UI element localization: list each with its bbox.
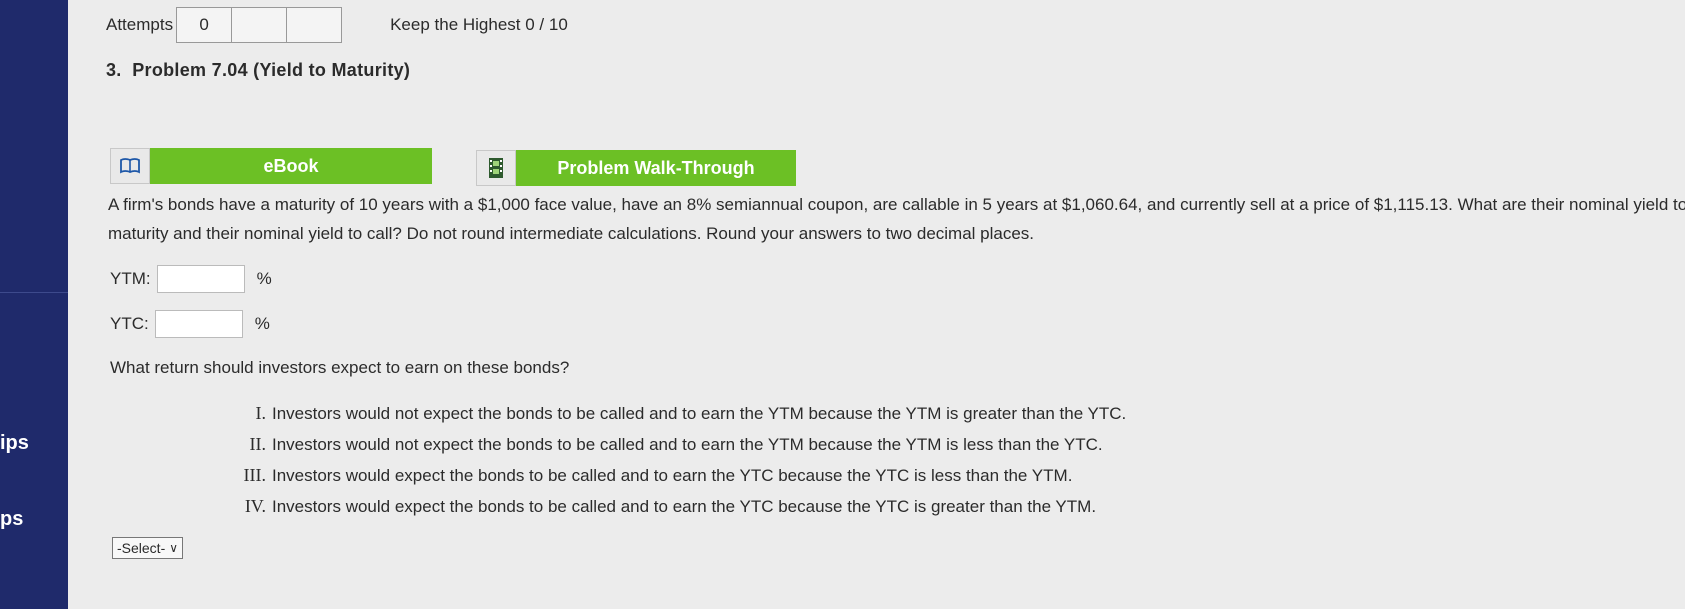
book-icon — [110, 148, 150, 184]
select-value: -Select- — [117, 540, 166, 556]
ytm-input[interactable] — [156, 265, 245, 293]
problem-number: 3. — [106, 60, 122, 80]
option-text: Investors would not expect the bonds to … — [272, 404, 1127, 423]
keep-highest-label: Keep the Highest 0 / 10 — [390, 15, 568, 34]
option-number: III. — [243, 465, 266, 485]
sidebar-divider — [0, 292, 68, 293]
ytm-unit: % — [256, 269, 272, 288]
ytm-label: YTM: — [110, 269, 151, 288]
film-icon — [476, 150, 516, 186]
option-item: IV. Investors would expect the bonds to b… — [150, 491, 1126, 522]
option-number: II. — [249, 434, 267, 454]
attempts-row: Attempts 0 Keep the Highest 0 / 10 — [106, 7, 568, 43]
ytc-input[interactable] — [154, 310, 243, 338]
ytc-unit: % — [254, 314, 270, 333]
attempts-label: Attempts — [106, 15, 174, 34]
option-item: I. Investors would not expect the bonds t… — [150, 398, 1127, 429]
main-content: Attempts 0 Keep the Highest 0 / 10 3. Pr… — [68, 0, 1685, 609]
option-item: II. Investors would not expect the bonds … — [150, 429, 1126, 460]
sidebar-item-tips[interactable]: ips — [0, 432, 29, 455]
sidebar-item-steps[interactable]: ps — [0, 508, 23, 531]
walkthrough-label: Problem Walk-Through — [516, 150, 796, 186]
answer-select[interactable]: -Select- ∨ — [112, 537, 184, 559]
problem-title: 3. Problem 7.04 (Yield to Maturity) — [106, 60, 410, 81]
ytc-label: YTC: — [110, 314, 149, 333]
ytm-row: YTM: % — [110, 265, 272, 293]
question-text: A firm's bonds have a maturity of 10 yea… — [108, 195, 1685, 243]
ytc-row: YTC: % — [110, 310, 270, 338]
ebook-label: eBook — [150, 148, 432, 184]
option-text: Investors would not expect the bonds to … — [272, 435, 1103, 454]
options-list: I. Investors would not expect the bonds t… — [150, 398, 1127, 522]
option-number: I. — [255, 403, 267, 423]
attempt-box: 0 — [176, 7, 233, 43]
attempt-box — [231, 7, 288, 43]
sidebar: ips ps — [0, 0, 68, 609]
attempt-box — [286, 7, 343, 43]
option-text: Investors would expect the bonds to be c… — [272, 466, 1073, 485]
question2-text: What return should investors expect to e… — [110, 358, 570, 377]
chevron-down-icon: ∨ — [169, 541, 179, 555]
ebook-button[interactable]: eBook — [110, 148, 432, 184]
problem-title-text: Problem 7.04 (Yield to Maturity) — [132, 60, 411, 80]
option-item: III. Investors would expect the bonds to … — [150, 460, 1126, 491]
option-number: IV. — [244, 496, 266, 516]
problem-walkthrough-button[interactable]: Problem Walk-Through — [476, 150, 796, 186]
option-text: Investors would expect the bonds to be c… — [272, 497, 1097, 516]
